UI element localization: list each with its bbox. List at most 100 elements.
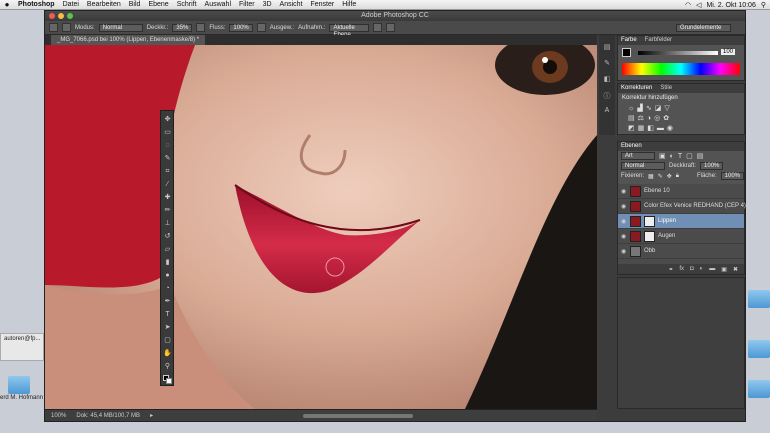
fx-icon[interactable]: fx: [679, 266, 684, 272]
volume-icon[interactable]: ◁: [696, 1, 701, 9]
vibrance-icon[interactable]: ▽: [664, 105, 672, 112]
wifi-icon[interactable]: ◠: [685, 1, 691, 9]
modus-select[interactable]: Normal: [98, 23, 143, 32]
lock-all-icon[interactable]: 🔒︎: [676, 173, 679, 180]
doc-size[interactable]: Dok: 45,4 MB/100,7 MB: [76, 413, 140, 419]
menu-ansicht[interactable]: Ansicht: [276, 1, 307, 8]
dodge-icon[interactable]: ◔: [163, 285, 172, 292]
move-tool-icon[interactable]: ✥: [163, 116, 172, 123]
menu-auswahl[interactable]: Auswahl: [201, 1, 235, 8]
tab-farbfelder[interactable]: Farbfelder: [645, 36, 672, 45]
brightness-icon[interactable]: ☼: [628, 105, 637, 112]
brush-tool-icon[interactable]: ✏: [163, 207, 172, 214]
selective-color-icon[interactable]: ◉: [667, 125, 676, 132]
tab-stile[interactable]: Stile: [660, 84, 672, 93]
eye-icon[interactable]: ◉: [621, 233, 626, 240]
blur-icon[interactable]: ●: [163, 272, 172, 279]
channel-mixer-icon[interactable]: ✿: [663, 115, 672, 122]
exposure-icon[interactable]: ◪: [655, 105, 665, 112]
zoom-level[interactable]: 100%: [51, 413, 66, 419]
zoom-tool-icon[interactable]: ⚲: [163, 363, 172, 370]
menu-datei[interactable]: Datei: [59, 1, 83, 8]
background-color-swatch[interactable]: [166, 378, 172, 384]
layer-row[interactable]: ◉ Ebene 10: [618, 184, 744, 199]
layer-mask-thumbnail[interactable]: [644, 216, 655, 227]
document-tab[interactable]: _MG_7066.psd bei 100% (Lippen, Ebenenmas…: [51, 35, 206, 45]
healing-brush-icon[interactable]: ✚: [163, 194, 172, 201]
zoom-icon[interactable]: [67, 13, 73, 19]
path-select-icon[interactable]: ➤: [163, 324, 172, 331]
deckkraft-field[interactable]: 35%: [172, 23, 193, 32]
status-arrow-icon[interactable]: ▸: [150, 412, 153, 419]
photo-filter-icon[interactable]: ◎: [654, 115, 663, 122]
invert-icon[interactable]: ◩: [628, 125, 638, 132]
link-icon[interactable]: ⚭: [668, 266, 673, 273]
menu-bild[interactable]: Bild: [125, 1, 145, 8]
curves-icon[interactable]: ∿: [646, 105, 655, 112]
ausgewahlt-label[interactable]: Ausgew.:: [270, 25, 294, 31]
info-panel-icon[interactable]: ⓘ: [602, 91, 612, 100]
new-adjustment-icon[interactable]: ◐: [700, 266, 704, 272]
airbrush-icon[interactable]: [256, 23, 266, 32]
menu-app[interactable]: Photoshop: [14, 1, 59, 8]
brush-panel-icon[interactable]: ✎: [602, 59, 612, 68]
character-panel-icon[interactable]: A: [602, 107, 612, 116]
layer-row[interactable]: ◉ Color Efex Venice REDHAND (CEP 4): [618, 199, 746, 214]
color-fg-swatch[interactable]: [622, 48, 631, 57]
eraser-icon[interactable]: ▱: [163, 246, 172, 253]
menu-schrift[interactable]: Schrift: [173, 1, 201, 8]
levels-icon[interactable]: ▟: [637, 105, 645, 112]
gradient-icon[interactable]: ▮: [163, 259, 172, 266]
eye-icon[interactable]: ◉: [621, 248, 626, 255]
blend-mode-select[interactable]: Normal: [621, 162, 665, 170]
fill-field[interactable]: 100%: [720, 172, 744, 180]
tab-korrekturen[interactable]: Korrekturen: [621, 84, 652, 93]
ignore-adjustment-icon[interactable]: [373, 23, 383, 32]
pressure-opacity-icon[interactable]: [196, 23, 206, 32]
marquee-tool-icon[interactable]: ▭: [163, 129, 172, 136]
layer-row[interactable]: ◉ Obb: [618, 244, 744, 259]
folder-icon[interactable]: [748, 290, 770, 308]
filter-adjustment-icon[interactable]: ◐: [670, 153, 674, 160]
folder-icon[interactable]: [8, 376, 30, 394]
gradient-map-icon[interactable]: ▬: [657, 125, 667, 132]
filter-pixel-icon[interactable]: ▣: [659, 152, 666, 160]
crop-tool-icon[interactable]: ⌗: [163, 168, 172, 175]
history-panel-icon[interactable]: ▤: [602, 43, 612, 52]
posterize-icon[interactable]: ▦: [638, 125, 648, 132]
aufnahme-select[interactable]: Aktuelle Ebene: [329, 23, 370, 38]
shape-tool-icon[interactable]: ▢: [163, 337, 172, 344]
clock[interactable]: Mi. 2. Okt 10:06: [706, 2, 755, 9]
quick-select-icon[interactable]: ✎: [163, 155, 172, 162]
tab-ebenen[interactable]: Ebenen: [621, 142, 642, 151]
opacity-field[interactable]: 100%: [700, 162, 724, 170]
pressure-size-icon[interactable]: [386, 23, 396, 32]
lock-position-icon[interactable]: ✥: [667, 173, 672, 180]
spotlight-icon[interactable]: ⚲: [761, 1, 766, 9]
layer-filter-select[interactable]: Art: [621, 152, 655, 160]
gray-slider[interactable]: [638, 51, 718, 55]
brush-size-icon[interactable]: [62, 23, 71, 32]
menu-3d[interactable]: 3D: [259, 1, 276, 8]
document-canvas[interactable]: ✥ ▭ ◌ ✎ ⌗ ⁄ ✚ ✏ ⊥ ↺ ▱ ▮ ● ◔ ✒ T ➤ ▢ ✋ ⚲: [45, 45, 597, 409]
minimize-icon[interactable]: [58, 13, 64, 19]
menu-ebene[interactable]: Ebene: [144, 1, 172, 8]
layer-row[interactable]: ◉ Augen: [618, 229, 744, 244]
tab-farbe[interactable]: Farbe: [621, 36, 637, 45]
folder-icon[interactable]: [748, 380, 770, 398]
lock-paint-icon[interactable]: ✎: [658, 173, 663, 180]
folder-icon[interactable]: [748, 340, 770, 358]
color-balance-icon[interactable]: ⚖: [638, 115, 647, 122]
fluss-field[interactable]: 100%: [229, 23, 253, 32]
gray-value[interactable]: 100: [721, 49, 736, 55]
threshold-icon[interactable]: ◧: [647, 125, 657, 132]
new-layer-icon[interactable]: ▣: [721, 266, 727, 273]
filter-type-icon[interactable]: T: [678, 153, 682, 160]
eye-icon[interactable]: ◉: [621, 188, 626, 195]
horizontal-scrollbar[interactable]: [303, 413, 414, 418]
eye-icon[interactable]: ◉: [621, 203, 626, 210]
workspace-select[interactable]: Grundelemente: [676, 23, 731, 32]
close-icon[interactable]: [49, 13, 55, 19]
menu-hilfe[interactable]: Hilfe: [338, 1, 360, 8]
add-mask-icon[interactable]: ◘: [690, 266, 694, 272]
